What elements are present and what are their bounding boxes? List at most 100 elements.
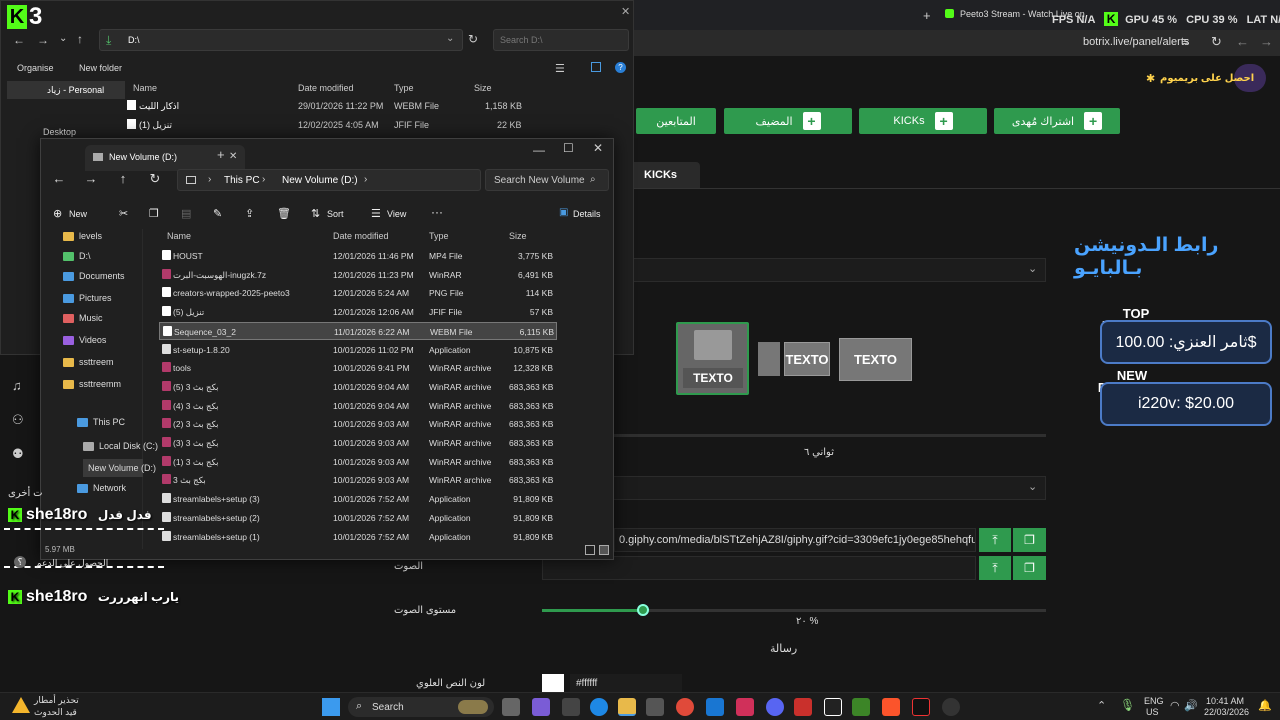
- col-name[interactable]: Name: [167, 231, 191, 241]
- delete-icon[interactable]: 🗑: [277, 207, 291, 220]
- volume-knob[interactable]: [636, 604, 649, 616]
- acrobat-icon[interactable]: [736, 698, 754, 716]
- file-row[interactable]: بكج بث 3 (1) 10/01/2026 9:03 AM WinRAR arc…: [159, 453, 557, 471]
- language[interactable]: ENG: [1144, 696, 1164, 706]
- wifi-icon[interactable]: ◠: [1170, 699, 1180, 712]
- discord-icon[interactable]: [766, 698, 784, 716]
- cut-icon[interactable]: ✂: [119, 207, 128, 220]
- sort-button[interactable]: Sort: [327, 209, 344, 219]
- help-icon[interactable]: ?: [615, 62, 626, 73]
- file-row[interactable]: st-setup-1.8.20 10/01/2026 11:02 PM Applic…: [159, 341, 557, 359]
- col-date[interactable]: Date modified: [333, 231, 389, 241]
- details-button[interactable]: Details: [573, 209, 601, 219]
- app-icon[interactable]: [942, 698, 960, 716]
- sidebar-item[interactable]: This PC: [77, 413, 125, 431]
- template-card[interactable]: TEXTO: [839, 338, 912, 381]
- url-text[interactable]: botrix.live/panel/alerts: [1083, 36, 1189, 48]
- obs-icon[interactable]: [824, 698, 842, 716]
- sidebar-item[interactable]: Videos: [63, 331, 106, 349]
- chevron-down-icon[interactable]: ⌄: [1028, 262, 1037, 275]
- gif-url-input[interactable]: 0.giphy.com/media/blSTtZehjAZ8I/giphy.gi…: [614, 528, 976, 552]
- chrome-icon[interactable]: [676, 698, 694, 716]
- sidebar-item[interactable]: Pictures: [63, 289, 112, 307]
- file-row[interactable]: HOUST 12/01/2026 11:46 PM MP4 File 3,775 KB: [159, 247, 557, 265]
- sidebar-item-desktop[interactable]: Desktop: [29, 127, 76, 137]
- close-icon[interactable]: ✕: [593, 141, 603, 155]
- file-row[interactable]: streamlabels+setup (3) 10/01/2026 7:52 AM…: [159, 490, 557, 508]
- paste-icon[interactable]: ▤: [181, 207, 191, 220]
- view-button[interactable]: View: [387, 209, 406, 219]
- upload-icon[interactable]: ⤒: [979, 528, 1011, 552]
- animation-select[interactable]: [612, 476, 1046, 500]
- template-card[interactable]: TEXTO: [784, 342, 830, 376]
- forward-icon[interactable]: →: [37, 33, 49, 47]
- sidebar-item[interactable]: Network: [77, 479, 126, 497]
- close-tab-icon[interactable]: ✕: [229, 151, 237, 162]
- chevron-down-icon[interactable]: ⌄: [59, 33, 67, 44]
- app-icon[interactable]: [794, 698, 812, 716]
- copilot-icon[interactable]: [532, 698, 550, 716]
- file-row[interactable]: بكج بث 3 10/01/2026 9:03 AM WinRAR archive…: [159, 471, 557, 489]
- help-icon[interactable]: ؟: [14, 556, 26, 568]
- col-name[interactable]: Name: [133, 83, 157, 93]
- back-icon[interactable]: ←: [49, 171, 69, 186]
- breadcrumb-volume[interactable]: New Volume (D:): [282, 175, 358, 186]
- search-input[interactable]: Search D:\: [493, 29, 629, 51]
- file-row[interactable]: بكج بث 3 (3) 10/01/2026 9:03 AM WinRAR arc…: [159, 434, 557, 452]
- file-explorer-icon[interactable]: [618, 698, 636, 716]
- kicks-button[interactable]: KICKs +: [859, 108, 987, 134]
- upload-icon[interactable]: ⤒: [979, 556, 1011, 580]
- file-row[interactable]: tools 10/01/2026 9:41 PM WinRAR archive 12,…: [159, 359, 557, 377]
- sidebar-item[interactable]: Documents: [63, 267, 125, 285]
- windows-start-icon[interactable]: [322, 698, 340, 716]
- file-row[interactable]: creators-wrapped-2025-peeto3 12/01/2026 5…: [159, 284, 557, 302]
- brave-icon[interactable]: [882, 698, 900, 716]
- duration-slider[interactable]: [612, 434, 1046, 437]
- sidebar-item[interactable]: ssttreemm: [63, 375, 121, 393]
- new-button[interactable]: New: [69, 209, 87, 219]
- maximize-icon[interactable]: ☐: [563, 141, 574, 155]
- mail-icon[interactable]: [706, 698, 724, 716]
- share-icon[interactable]: ⇪: [245, 207, 254, 220]
- new-tab-icon[interactable]: +: [923, 8, 931, 23]
- col-type[interactable]: Type: [429, 231, 449, 241]
- more-icon[interactable]: ···: [431, 205, 443, 219]
- chevron-up-icon[interactable]: ⌃: [1097, 699, 1106, 712]
- up-icon[interactable]: ↑: [77, 32, 83, 46]
- refresh-icon[interactable]: ↻: [145, 171, 165, 187]
- chevron-down-icon[interactable]: ⌄: [446, 33, 454, 44]
- close-icon[interactable]: ✕: [621, 5, 630, 18]
- file-row[interactable]: تنزيل (5) 12/01/2026 12:06 AM JFIF File 57 …: [159, 303, 557, 321]
- minimize-icon[interactable]: —: [533, 143, 545, 157]
- tune-icon[interactable]: ≡: [1182, 36, 1188, 48]
- refresh-icon[interactable]: ↻: [468, 32, 478, 46]
- new-folder-button[interactable]: New folder: [79, 63, 122, 73]
- sidebar-item[interactable]: D:\: [63, 247, 91, 265]
- up-icon[interactable]: ↑: [113, 171, 133, 186]
- forward-icon[interactable]: →: [1260, 34, 1273, 49]
- file-row[interactable]: streamlabels+setup (2) 10/01/2026 7:52 AM…: [159, 509, 557, 527]
- widgets-icon[interactable]: [562, 698, 580, 716]
- rename-icon[interactable]: ✎: [213, 207, 222, 220]
- new-tab-icon[interactable]: +: [217, 147, 225, 162]
- back-icon[interactable]: ←: [13, 33, 25, 47]
- color-input[interactable]: #ffffff: [570, 674, 682, 692]
- host-button[interactable]: المضيف +: [724, 108, 852, 134]
- sidebar-item[interactable]: Local Disk (C:): [83, 437, 158, 455]
- file-row[interactable]: streamlabels+setup (1) 10/01/2026 7:52 AM…: [159, 528, 557, 546]
- breadcrumb-this-pc[interactable]: This PC: [224, 175, 260, 186]
- sidebar-item[interactable]: ssttreem: [63, 353, 114, 371]
- language-region[interactable]: US: [1146, 707, 1159, 717]
- mic-icon[interactable]: 🎙: [1120, 698, 1135, 712]
- col-type[interactable]: Type: [394, 83, 414, 93]
- sidebar-item[interactable]: Music: [63, 309, 103, 327]
- followers-button[interactable]: المتابعين: [636, 108, 716, 134]
- weather-title[interactable]: تحذير أمطار: [34, 695, 79, 706]
- sidebar-item-personal[interactable]: زياد - Personal: [7, 81, 125, 99]
- notification-icon[interactable]: 🔔: [1258, 699, 1272, 712]
- search-input[interactable]: Search New Volume ⌕: [485, 169, 609, 191]
- clock-time[interactable]: 10:41 AM: [1206, 696, 1244, 706]
- address-bar[interactable]: ⤓ D:\ ⌄: [99, 29, 463, 51]
- file-name[interactable]: اذكار الليت: [139, 101, 179, 112]
- details-view-icon[interactable]: [585, 545, 595, 555]
